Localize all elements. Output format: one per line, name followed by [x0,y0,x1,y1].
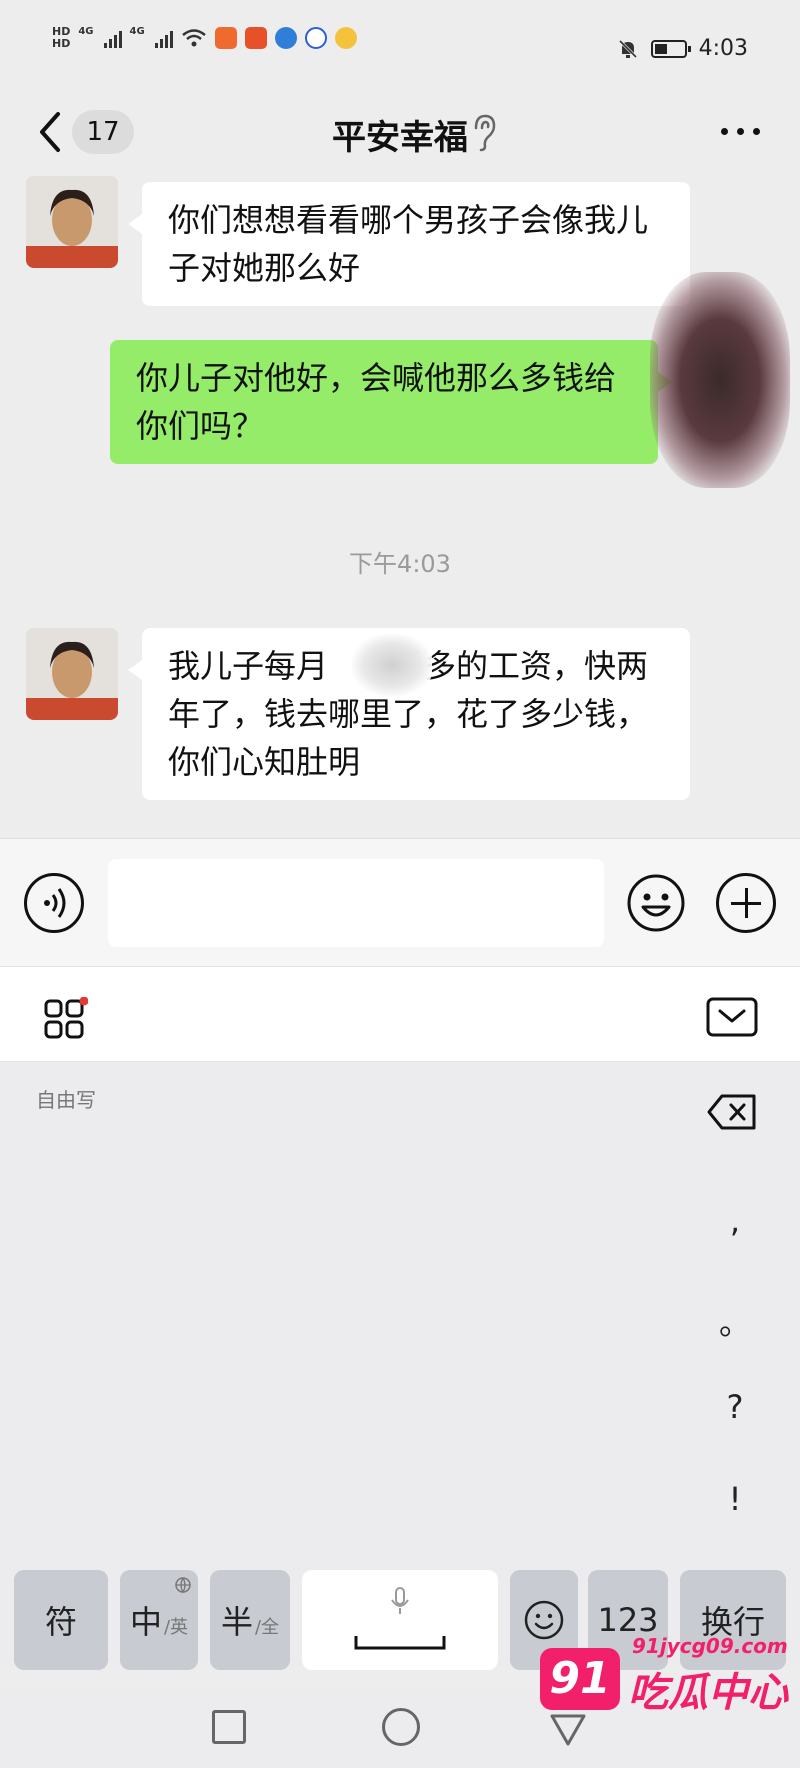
battery-icon [650,39,691,58]
baidu-paw-icon [304,27,327,49]
signal-icon-2 [154,28,173,48]
watermark-url: 91jycg09.com [632,1634,788,1658]
wifi-icon [181,29,206,47]
app-icon-yellow [334,27,357,49]
ear-icon [474,114,496,152]
hd-indicator: HD HD [52,25,71,50]
handwrite-mode-label: 自由写 [36,1088,96,1112]
globe-icon [175,1577,191,1594]
mic-icon [391,1587,409,1614]
status-left: HD HD 4G 4G [52,26,357,50]
message-input[interactable] [108,859,604,947]
chat-title: 平安幸福 [332,118,468,158]
chat-header: 17 平安幸福 [0,96,800,180]
symbol-key[interactable]: 符 [14,1570,108,1670]
more-icon[interactable] [721,128,760,135]
voice-icon[interactable] [24,873,84,933]
delete-icon[interactable] [706,1092,758,1132]
bell-muted-icon [618,39,637,58]
nav-square-icon[interactable] [212,1710,246,1744]
comma-key[interactable]: , [700,1202,770,1240]
message-text: 你们想想看看哪个男孩子会像我儿子对她那么好 [168,201,649,287]
keyboard-toolbar [0,966,800,1062]
nav-circle-icon[interactable] [382,1708,420,1746]
contact-avatar[interactable] [26,176,118,268]
period-key[interactable]: 。 [700,1298,770,1344]
app-icon-orange-2 [244,27,267,49]
network-type-2: 4G [129,26,145,37]
question-key[interactable]: ? [700,1388,770,1426]
nav-back-icon[interactable] [548,1712,588,1748]
network-type-1: 4G [78,26,94,37]
keyboard-collapse-icon[interactable] [706,997,758,1037]
emoji-icon[interactable] [626,873,686,933]
redaction-blur [352,634,432,696]
signal-icon [103,28,122,48]
plus-icon[interactable] [716,873,776,933]
message-bubble-sent[interactable]: 你儿子对他好，会喊他那么多钱给你们吗？ [110,340,672,464]
apps-grid-icon[interactable] [44,997,88,1041]
status-right: 4:03 [617,36,748,61]
app-icon-blue [274,27,297,49]
clock: 4:03 [698,36,748,61]
message-text: 你儿子对他好，会喊他那么多钱给你们吗？ [136,359,617,445]
half-full-width-key[interactable]: 半/全 [210,1570,290,1670]
message-timestamp: 下午4:03 [349,550,451,578]
exclaim-key[interactable]: ! [700,1480,770,1518]
space-key[interactable] [302,1570,498,1670]
app-icon-orange [214,27,237,49]
redaction-scribble [650,272,790,488]
watermark-badge: 91 [540,1648,620,1710]
contact-avatar[interactable] [26,628,118,720]
space-bar-icon [354,1636,446,1650]
input-bar [0,838,800,966]
message-bubble-received[interactable]: 你们想想看看哪个男孩子会像我儿子对她那么好 [128,182,690,306]
watermark-name: 吃瓜中心 [628,1670,788,1716]
chinese-english-key[interactable]: 中/英 [120,1570,198,1670]
site-watermark: 91 91jycg09.com 吃瓜中心 [540,1632,790,1716]
status-bar: HD HD 4G 4G 4:03 [0,0,800,96]
